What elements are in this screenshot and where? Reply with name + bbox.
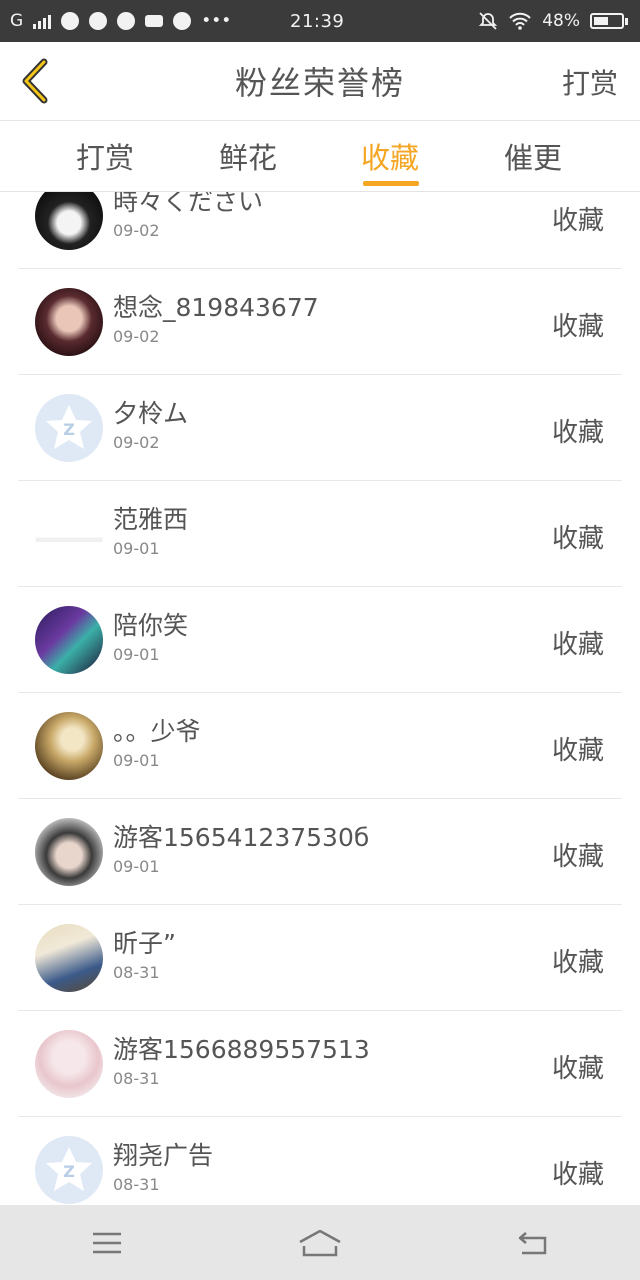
music-icon <box>173 12 192 30</box>
row-date: 09-02 <box>113 221 160 240</box>
status-left: G ••• <box>0 11 290 31</box>
tab-reward[interactable]: 打赏 <box>55 135 155 177</box>
signal-icon <box>33 13 52 29</box>
avatar <box>35 500 103 568</box>
list-item[interactable]: Z 翔尧广告 08-31 收藏 <box>18 1118 622 1205</box>
status-bar: G ••• 21:39 48% <box>0 0 640 42</box>
avatar <box>35 1030 103 1098</box>
row-action: 收藏 <box>551 842 604 872</box>
user-name: 時々ください <box>113 192 264 216</box>
row-action: 收藏 <box>551 1160 604 1190</box>
qq-default-avatar-icon: Z <box>46 405 92 449</box>
avatar <box>35 818 103 886</box>
avatar <box>35 712 103 780</box>
tab-bar: 打赏 鲜花 收藏 催更 <box>0 121 640 192</box>
message-icon <box>89 12 108 30</box>
network-type: G <box>10 11 24 31</box>
list-item[interactable]: 時々ください 09-02 收藏 <box>18 192 622 269</box>
avatar <box>35 924 103 992</box>
row-date: 09-01 <box>113 539 160 558</box>
row-date: 09-01 <box>113 751 160 770</box>
user-name: 。。少爷 <box>113 717 201 746</box>
app-header: 粉丝荣誉榜 打赏 <box>0 42 640 121</box>
row-date: 09-02 <box>113 433 160 452</box>
list-item[interactable]: 游客156541237530б 09-01 收藏 <box>18 800 622 905</box>
user-name: 范雅西 <box>113 505 189 534</box>
back-button[interactable] <box>18 58 58 104</box>
wifi-icon <box>509 12 531 30</box>
row-date: 08-31 <box>113 1069 160 1088</box>
user-name: 游客1566889557513 <box>113 1035 370 1064</box>
user-name: 昕子” <box>113 929 176 958</box>
app-icon <box>145 15 164 27</box>
menu-icon <box>92 1232 121 1253</box>
row-action: 收藏 <box>551 736 604 766</box>
avatar <box>35 288 103 356</box>
more-notifications-icon: ••• <box>201 11 232 31</box>
status-right: 48% <box>478 11 640 31</box>
home-button[interactable] <box>280 1218 360 1268</box>
avatar <box>35 192 103 250</box>
tab-favorites[interactable]: 收藏 <box>340 135 440 177</box>
alarm-off-icon <box>479 12 498 30</box>
menu-button[interactable] <box>67 1218 147 1268</box>
page-title: 粉丝荣誉榜 <box>234 64 405 102</box>
svg-text:Z: Z <box>63 1162 75 1181</box>
avatar: Z <box>35 1136 103 1204</box>
tab-flowers[interactable]: 鲜花 <box>198 135 298 177</box>
active-tab-indicator <box>363 181 419 186</box>
row-action: 收藏 <box>551 418 604 448</box>
list-item[interactable]: 陪你笑 09-01 收藏 <box>18 588 622 693</box>
row-action: 收藏 <box>551 1054 604 1084</box>
list-item[interactable]: 。。少爷 09-01 收藏 <box>18 694 622 799</box>
battery-icon <box>590 13 628 29</box>
qq-default-avatar-icon: Z <box>46 1147 92 1191</box>
user-name: 游客156541237530б <box>113 823 370 852</box>
row-date: 09-01 <box>113 645 160 664</box>
list-item[interactable]: Z 夕柃ム 09-02 收藏 <box>18 376 622 481</box>
avatar: Z <box>35 394 103 462</box>
user-name: 陪你笑 <box>113 611 189 640</box>
list-item[interactable]: 范雅西 09-01 收藏 <box>18 482 622 587</box>
browser-icon <box>117 12 136 30</box>
system-nav-bar <box>0 1205 640 1280</box>
user-name: 想念_819843677 <box>113 293 319 322</box>
list-item[interactable]: 昕子” 08-31 收藏 <box>18 906 622 1011</box>
row-date: 08-31 <box>113 1175 160 1194</box>
user-name: 夕柃ム <box>113 399 189 428</box>
home-icon <box>299 1229 341 1256</box>
row-date: 09-02 <box>113 327 160 346</box>
back-icon <box>519 1231 547 1254</box>
row-action: 收藏 <box>551 948 604 978</box>
wechat-icon <box>61 12 80 30</box>
reward-button[interactable]: 打赏 <box>562 62 618 102</box>
clock: 21:39 <box>290 10 345 32</box>
chevron-left-icon <box>22 58 48 104</box>
back-nav-button[interactable] <box>493 1218 573 1268</box>
avatar <box>35 606 103 674</box>
battery-percent: 48% <box>542 11 580 31</box>
row-action: 收藏 <box>551 524 604 554</box>
row-action: 收藏 <box>551 312 604 342</box>
row-date: 08-31 <box>113 963 160 982</box>
fans-list[interactable]: 時々ください 09-02 收藏 想念_819843677 09-02 收藏 Z … <box>0 192 640 1205</box>
row-action: 收藏 <box>551 630 604 660</box>
svg-text:Z: Z <box>63 420 75 439</box>
row-action: 收藏 <box>551 206 604 236</box>
list-item[interactable]: 游客1566889557513 08-31 收藏 <box>18 1012 622 1117</box>
tab-urge[interactable]: 催更 <box>483 135 583 177</box>
list-item[interactable]: 想念_819843677 09-02 收藏 <box>18 270 622 375</box>
row-date: 09-01 <box>113 857 160 876</box>
user-name: 翔尧广告 <box>113 1141 214 1170</box>
